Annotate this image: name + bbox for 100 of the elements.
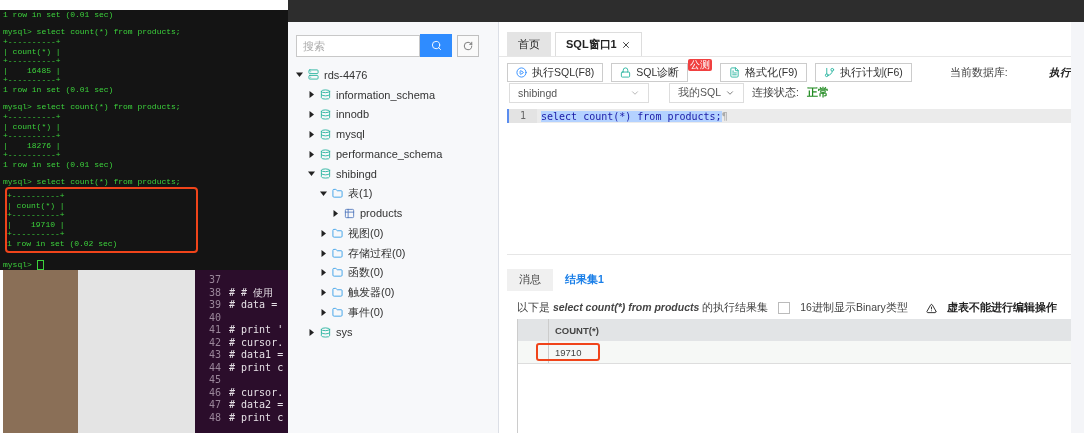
- terminal-line: +----------+: [7, 229, 65, 239]
- expand-arrow-icon[interactable]: [332, 209, 339, 217]
- expand-arrow-icon[interactable]: [320, 308, 327, 316]
- folder-icon: [332, 267, 343, 279]
- terminal-prompt: mysql>: [3, 260, 32, 270]
- search-field[interactable]: 搜索: [296, 34, 420, 57]
- expand-arrow-icon[interactable]: [308, 91, 315, 99]
- expand-arrow-icon[interactable]: [320, 269, 327, 277]
- toolbar-button[interactable]: 执行SQL(F8): [507, 63, 604, 82]
- terminal-line: +----------+: [3, 112, 61, 122]
- expand-arrow-icon[interactable]: [308, 130, 315, 138]
- terminal-line: +----------+: [3, 37, 61, 47]
- checkbox-label: 16进制显示Binary类型: [800, 301, 908, 315]
- toolbar-button[interactable]: 执行计划(F6): [814, 63, 912, 82]
- tree-item[interactable]: products: [360, 207, 403, 220]
- pilcrow-mark: ¶: [721, 110, 728, 122]
- tree-item[interactable]: 视图(0): [348, 225, 384, 241]
- label: 当前数据库:: [949, 65, 1008, 80]
- terminal-line: +----------+: [3, 56, 61, 66]
- line-number: 43: [207, 349, 221, 362]
- code-line: # cursor.: [229, 336, 284, 349]
- expand-arrow-icon[interactable]: [320, 289, 327, 297]
- tree-item[interactable]: information_schema: [336, 88, 436, 101]
- tree-item[interactable]: 事件(0): [348, 304, 384, 320]
- tree-item[interactable]: mysql: [336, 128, 365, 141]
- tree-item[interactable]: shibingd: [336, 167, 377, 180]
- terminal-line: 1 row in set (0.02 sec): [7, 239, 118, 249]
- server-icon: [308, 69, 319, 81]
- code-line: # data =: [229, 299, 278, 312]
- line-number: 41: [207, 324, 221, 337]
- terminal-line: | 18276 |: [3, 140, 61, 151]
- code-line: # cursor.: [229, 386, 284, 399]
- terminal-line: +----------+: [3, 150, 61, 160]
- tree-item[interactable]: rds-4476: [324, 68, 368, 81]
- document-icon: [729, 67, 741, 78]
- line-number: 40: [207, 311, 221, 324]
- terminal-line: mysql> select count(*) from products;: [3, 102, 181, 113]
- toolbar-button[interactable]: SQL诊断: [611, 63, 689, 82]
- database-icon: [320, 109, 331, 120]
- collapse-arrow-icon[interactable]: [320, 190, 327, 198]
- warning-icon: [926, 302, 937, 314]
- expand-arrow-icon[interactable]: [320, 249, 327, 257]
- terminal-line: mysql> select count(*) from products;: [3, 27, 181, 38]
- sql-editor[interactable]: 1 select count(*) from products;¶: [507, 109, 1071, 255]
- tree-item[interactable]: innodb: [336, 108, 370, 121]
- line-number: 38: [207, 286, 221, 299]
- expand-arrow-icon[interactable]: [308, 111, 315, 118]
- close-icon[interactable]: [620, 39, 631, 50]
- lock-icon: [620, 67, 632, 78]
- line-number: 1: [507, 109, 537, 123]
- collapse-arrow-icon[interactable]: [308, 170, 315, 178]
- folder-icon: [332, 287, 343, 299]
- database-icon: [320, 168, 331, 180]
- sql-select[interactable]: 我的SQL: [669, 83, 744, 103]
- collapse-arrow-icon[interactable]: [296, 71, 303, 79]
- play-icon: [516, 67, 527, 78]
- code-line: # print c: [229, 411, 284, 424]
- terminal-line: | count(*) |: [3, 121, 61, 132]
- tab[interactable]: 首页: [507, 32, 551, 56]
- expand-arrow-icon[interactable]: [320, 229, 327, 237]
- folder-icon: [332, 188, 343, 200]
- terminal-line: +----------+: [7, 191, 65, 201]
- line-number: 37: [207, 274, 221, 287]
- tree-item[interactable]: 函数(0): [348, 265, 384, 281]
- terminal-line: +----------+: [7, 210, 65, 220]
- line-number: 46: [207, 386, 221, 399]
- database-select[interactable]: shibingd: [509, 83, 649, 103]
- table-icon: [344, 207, 355, 219]
- code-line: # # 使用: [229, 286, 274, 299]
- terminal-line: +----------+: [3, 131, 61, 141]
- chevron-down-icon: [630, 88, 640, 98]
- refresh-button[interactable]: [457, 34, 479, 57]
- line-number: 47: [207, 399, 221, 412]
- terminal-line: 1 row in set (0.01 sec): [3, 160, 114, 170]
- folder-icon: [332, 227, 343, 239]
- code-line: # data2 =: [229, 399, 284, 412]
- folder-icon: [332, 247, 343, 259]
- database-icon: [320, 148, 331, 160]
- label: 执行: [1049, 65, 1071, 80]
- result-caption: 以下是 select count(*) from products 的执行结果集: [517, 301, 769, 315]
- terminal-line: mysql> select count(*) from products;: [3, 177, 181, 187]
- checkbox[interactable]: [778, 302, 791, 314]
- line-number: 45: [207, 374, 221, 387]
- tree-item[interactable]: 触发器(0): [348, 285, 395, 301]
- tree-item[interactable]: sys: [336, 326, 353, 339]
- tab[interactable]: SQL窗口1: [555, 32, 642, 56]
- toolbar-button[interactable]: 格式化(F9): [720, 63, 807, 82]
- tab[interactable]: 消息: [507, 269, 553, 291]
- folder-icon: [332, 306, 343, 318]
- line-number: 44: [207, 361, 221, 374]
- tree-item[interactable]: 表(1): [348, 186, 373, 202]
- tree-item[interactable]: performance_schema: [336, 148, 443, 161]
- code-line: # data1 =: [229, 349, 284, 362]
- terminal-line: | 19710 |: [7, 219, 65, 230]
- expand-arrow-icon[interactable]: [308, 328, 315, 336]
- warning-text: 虚表不能进行编辑操作: [947, 301, 1057, 315]
- branch-icon: [823, 67, 835, 78]
- tree-item[interactable]: 存储过程(0): [348, 245, 406, 261]
- expand-arrow-icon[interactable]: [308, 150, 315, 158]
- line-number: 39: [207, 299, 221, 312]
